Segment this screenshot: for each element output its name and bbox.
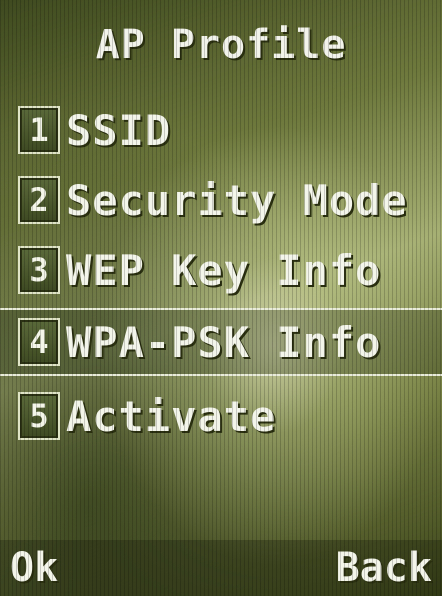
menu-item-ssid[interactable]: 1 SSID	[0, 100, 442, 160]
menu-item-number: 1	[18, 106, 60, 154]
page-title: AP Profile	[95, 22, 347, 68]
ok-softkey[interactable]: Ok	[10, 545, 58, 591]
menu-item-number: 3	[18, 246, 60, 294]
menu-item-activate[interactable]: 5 Activate	[0, 386, 442, 446]
menu-item-number: 5	[18, 392, 60, 440]
menu-item-wpa-psk-info[interactable]: 4 WPA-PSK Info	[0, 308, 442, 376]
menu-item-label: Activate	[66, 391, 277, 441]
back-softkey[interactable]: Back	[336, 545, 432, 591]
menu-item-label: SSID	[66, 105, 172, 155]
menu-item-label: WEP Key Info	[66, 245, 382, 295]
menu-item-wep-key-info[interactable]: 3 WEP Key Info	[0, 240, 442, 300]
menu-item-number: 4	[18, 318, 60, 366]
menu-item-number: 2	[18, 176, 60, 224]
menu-item-security-mode[interactable]: 2 Security Mode	[0, 170, 442, 230]
softkey-bar: Ok Back	[0, 540, 442, 596]
menu-item-label: WPA-PSK Info	[66, 317, 382, 367]
phone-screen: AP Profile 1 SSID 2 Security Mode 3 WEP …	[0, 0, 442, 596]
menu-list: 1 SSID 2 Security Mode 3 WEP Key Info 4 …	[0, 100, 442, 456]
menu-item-label: Security Mode	[66, 175, 408, 225]
